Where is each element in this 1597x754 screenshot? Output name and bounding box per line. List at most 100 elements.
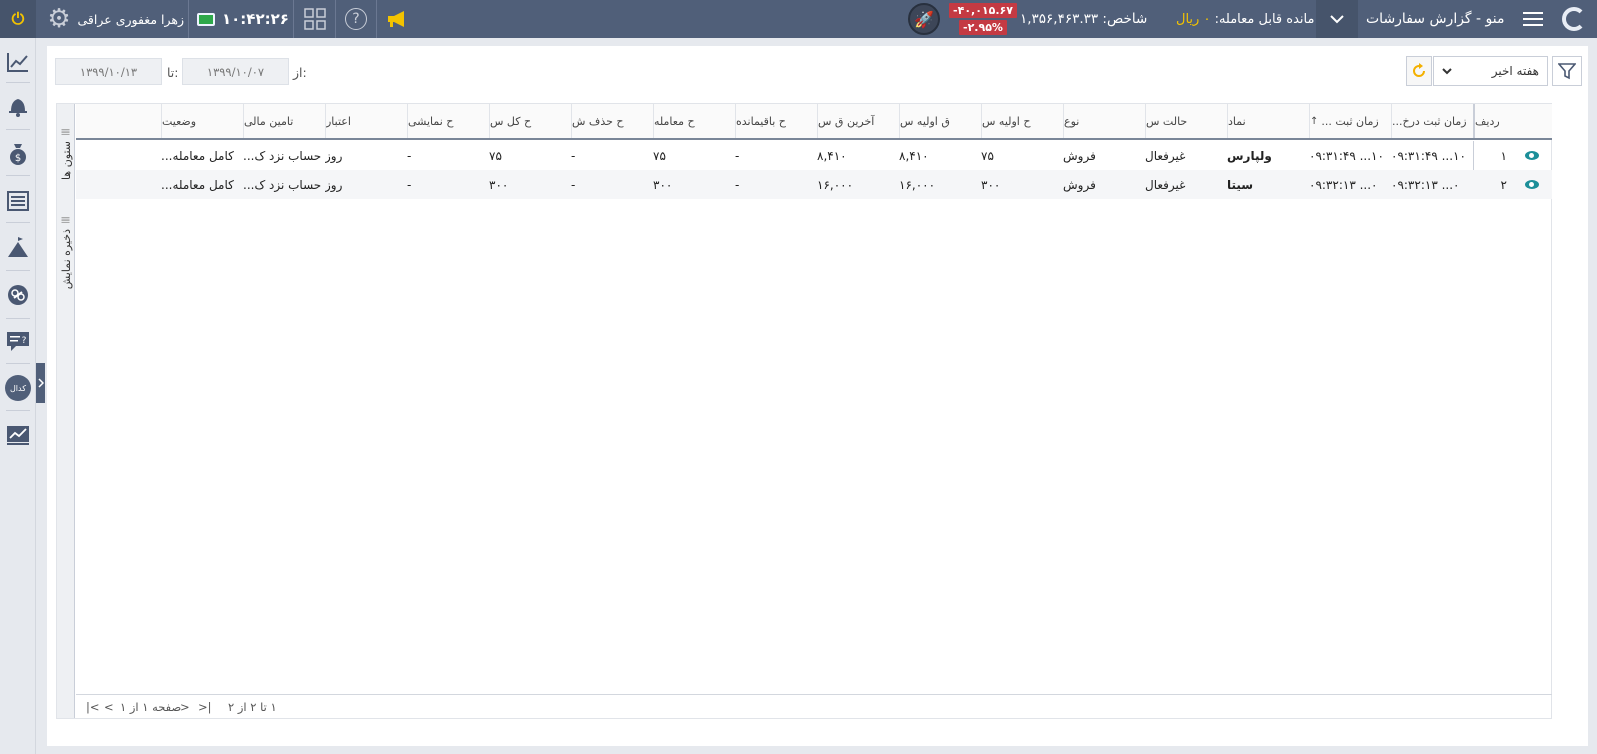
pagination: |< < صفحه ۱ از ۱ > >| ۱ تا ۲ از ۲ [76, 694, 1552, 718]
col-header-status[interactable]: وضعیت [161, 104, 243, 138]
orders-table: |||| ستون ها |||| ذخیره نمایش ردیف زمان … [56, 103, 1552, 719]
record-range: ۱ تا ۲ از ۲ [228, 700, 277, 714]
col-header-financing[interactable]: تامین مالی [243, 104, 325, 138]
first-page-icon[interactable]: |< [86, 700, 100, 714]
user-name[interactable]: زهرا مغفوری عراقی [78, 0, 185, 38]
divider [293, 0, 294, 38]
gear-icon[interactable]: ⚙ [42, 0, 76, 38]
cell-cancelled-volume: - [571, 177, 576, 192]
cell-order-state: غیرفعال [1145, 148, 1186, 163]
col-header-initial-price[interactable]: ق اولیه س [899, 104, 981, 138]
cell-register-time: ۱۰... ۰۹:۳۱:۴۹ [1309, 148, 1384, 163]
eye-icon[interactable] [1512, 141, 1552, 170]
filter-bar: ۱۳۹۹/۱۰/۱۳ تا: ۱۳۹۹/۱۰/۰۷ از: هفته اخیر [47, 46, 1588, 98]
col-header-order-state[interactable]: حالت س [1145, 104, 1227, 138]
cell-initial-price: ۸,۴۱۰ [899, 148, 929, 163]
monitor-icon[interactable] [196, 0, 216, 38]
megaphone-icon[interactable] [384, 0, 410, 38]
rocket-icon[interactable]: 🚀 [907, 0, 941, 38]
chart-icon[interactable] [5, 49, 31, 75]
list-icon[interactable] [5, 188, 31, 214]
clock: ۱۰:۴۲:۲۶ [222, 10, 289, 28]
col-header-row[interactable]: ردیف [1473, 104, 1552, 138]
from-date-input[interactable]: ۱۳۹۹/۱۰/۰۷ [182, 58, 289, 85]
table-row[interactable]: ۲ ۰... ۰۹:۳۲:۱۳ ۰... ۰۹:۳۲:۱۳ سیتا غیرفع… [76, 170, 1552, 199]
power-icon[interactable]: ⏻ [0, 0, 36, 38]
cell-traded-volume: ۳۰۰ [653, 177, 673, 192]
save-layout-tab[interactable]: |||| ذخیره نمایش [57, 216, 75, 289]
cell-traded-volume: ۷۵ [653, 148, 666, 163]
from-label: از: [293, 65, 307, 80]
table-body: ۱ ۱۰... ۰۹:۳۱:۴۹ ۱۰... ۰۹:۳۱:۴۹ ولپارس غ… [57, 141, 1552, 199]
cell-display-volume: - [407, 148, 412, 163]
bell-icon[interactable] [5, 93, 31, 119]
col-header-type[interactable]: نوع [1063, 104, 1145, 138]
col-header-display-volume[interactable]: ح نمایشی [407, 104, 489, 138]
period-select[interactable]: هفته اخیر [1433, 56, 1548, 86]
top-bar: ⏻ ⚙ زهرا مغفوری عراقی ۱۰:۴۲:۲۶ ? 🚀 -۴۰,۰… [0, 0, 1597, 38]
link-icon[interactable] [5, 282, 31, 308]
cell-financing: حساب نزد ک... [243, 148, 322, 163]
next-page-icon[interactable]: > [180, 700, 190, 714]
cell-initial-volume: ۳۰۰ [981, 177, 1001, 192]
last-page-icon[interactable]: >| [198, 700, 212, 714]
col-header-traded-volume[interactable]: ح معامله [653, 104, 735, 138]
to-label: تا: [167, 65, 179, 80]
save-layout-tab-label: ذخیره نمایش [59, 228, 73, 289]
tradable-balance: مانده قابل معامله: ۰ ریال [1176, 0, 1314, 38]
trend-board-icon[interactable] [5, 422, 31, 448]
cell-total-volume: ۷۵ [489, 148, 502, 163]
chevron-down-icon [1442, 64, 1452, 78]
market-index: شاخص: ۱,۳۵۶,۴۶۳.۳۳ [1020, 11, 1148, 27]
cell-status: کامل معامله... [161, 177, 234, 192]
col-header-cancelled-volume[interactable]: ح حذف ش [571, 104, 653, 138]
cell-initial-volume: ۷۵ [981, 148, 994, 163]
page-title: منو - گزارش سفارشات [1366, 11, 1505, 27]
cell-type: فروش [1063, 177, 1096, 192]
cell-status: کامل معامله... [161, 148, 234, 163]
help-icon[interactable]: ? [343, 0, 369, 38]
col-header-symbol[interactable]: نماد [1227, 104, 1309, 138]
divider [376, 0, 377, 38]
col-header-register-time-label: زمان ثبت ... [1321, 114, 1379, 128]
cell-row-number: ۲ [1500, 177, 1507, 192]
left-rail: $ ? کدال [0, 38, 36, 754]
chevron-down-icon[interactable] [1316, 0, 1358, 38]
to-date-input[interactable]: ۱۳۹۹/۱۰/۱۳ [55, 58, 162, 85]
cell-total-volume: ۳۰۰ [489, 177, 509, 192]
divider [335, 0, 336, 38]
col-header-request-time[interactable]: زمان ثبت درخ... [1391, 104, 1473, 138]
grid-icon[interactable] [303, 0, 327, 38]
cell-register-time: ۰... ۰۹:۳۲:۱۳ [1309, 177, 1378, 192]
table-row[interactable]: ۱ ۱۰... ۰۹:۳۱:۴۹ ۱۰... ۰۹:۳۱:۴۹ ولپارس غ… [76, 141, 1552, 170]
mountain-flag-icon[interactable] [5, 234, 31, 260]
hamburger-icon[interactable] [1520, 0, 1546, 38]
cell-remaining-volume: - [735, 177, 740, 192]
divider [188, 0, 189, 38]
cell-row-number: ۱ [1500, 148, 1507, 163]
refresh-icon[interactable] [1406, 56, 1432, 86]
svg-text:$: $ [15, 153, 21, 164]
col-header-initial-volume[interactable]: ح اولیه س [981, 104, 1063, 138]
rail-toggle-button[interactable] [36, 363, 45, 403]
col-header-validity[interactable]: اعتبار [325, 104, 407, 138]
filter-icon[interactable] [1552, 56, 1582, 86]
cell-request-time: ۱۰... ۰۹:۳۱:۴۹ [1391, 148, 1466, 163]
candle-icon[interactable]: کدال [5, 375, 31, 401]
col-header-remaining-volume[interactable]: ح باقیمانده [735, 104, 817, 138]
cell-last-price: ۸,۴۱۰ [817, 148, 847, 163]
eye-icon[interactable] [1512, 170, 1552, 199]
cell-last-price: ۱۶,۰۰۰ [817, 177, 854, 192]
prev-page-icon[interactable]: < [104, 700, 114, 714]
cell-cancelled-volume: - [571, 148, 576, 163]
money-bag-icon[interactable]: $ [5, 141, 31, 167]
index-change-badges: -۴۰,۰۱۵.۶۷ -۲.۹۵% [949, 0, 1017, 38]
col-header-last-price[interactable]: آخرین ق س [817, 104, 899, 138]
chat-help-icon[interactable]: ? [5, 329, 31, 355]
cell-symbol: ولپارس [1227, 148, 1272, 163]
col-header-total-volume[interactable]: ح کل س [489, 104, 571, 138]
col-header-register-time[interactable]: زمان ثبت ... ↑ [1309, 104, 1391, 138]
cell-type: فروش [1063, 148, 1096, 163]
index-change: -۴۰,۰۱۵.۶۷ [949, 3, 1017, 18]
index-change-pct: -۲.۹۵% [959, 20, 1007, 35]
